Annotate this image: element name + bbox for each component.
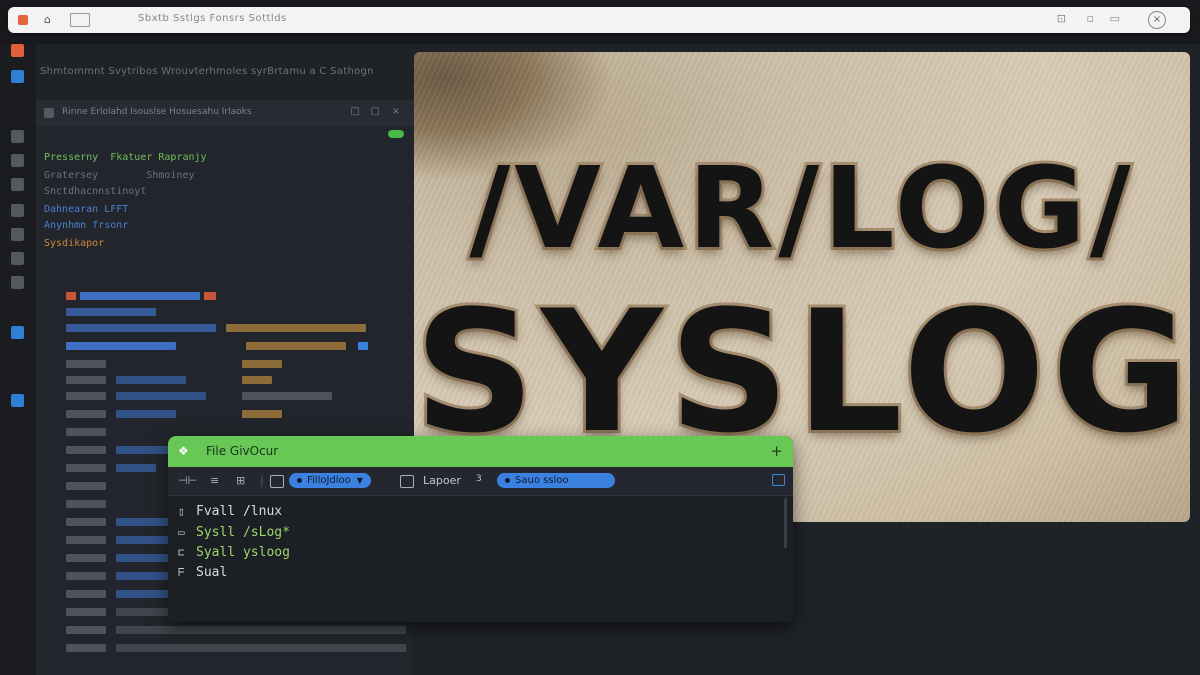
path-chip[interactable]: FilloJdloo ▼ xyxy=(289,473,371,488)
file-icon[interactable] xyxy=(11,276,24,289)
save-chip-label: Sauo ssloo xyxy=(515,475,569,486)
hero-text-path: /VAR/LOG/ xyxy=(466,141,1135,277)
app-logo-icon[interactable] xyxy=(11,44,24,57)
site-favicon-icon xyxy=(18,15,28,25)
chevron-down-icon: ▼ xyxy=(356,476,363,485)
file-icon: ▭ xyxy=(178,526,185,539)
list-item-label: Sysll /sLog* xyxy=(196,525,290,540)
close-icon[interactable]: × xyxy=(392,106,400,117)
list-item-label: Fvall /lnux xyxy=(196,504,283,519)
file-browser-window[interactable]: ❖ File GivOcur + ⊣⊢ ≡ ⊞ | FilloJdloo ▼ La… xyxy=(168,436,793,622)
maximize-icon[interactable]: ▢ xyxy=(371,106,380,117)
address-bar[interactable]: ⌂ Sbxtb Sstlgs Fonsrs Sottlds ⊡ ▫ ▭ × xyxy=(8,7,1190,33)
file-icon[interactable] xyxy=(11,204,24,217)
editor-title: Rinne Erlolahd Isouslse Hosuesahu Irlaok… xyxy=(62,107,252,117)
list-item[interactable]: ⊏ Syall ysloog xyxy=(178,545,290,560)
browser-chrome: ⌂ Sbxtb Sstlgs Fonsrs Sottlds ⊡ ▫ ▭ × xyxy=(0,0,1200,44)
panel-breadcrumb: Shmtommnt Svytribos Wrouvterhmoles syrBr… xyxy=(40,66,374,77)
file-browser-titlebar[interactable]: ❖ File GivOcur + xyxy=(168,436,793,467)
save-chip[interactable]: Sauo ssloo xyxy=(497,473,615,488)
code-line: Dahnearan LFFT xyxy=(44,204,129,215)
file-icon: ᖴ xyxy=(178,566,185,579)
toolbar-divider: | xyxy=(260,474,264,487)
folder-icon: ▯ xyxy=(178,505,185,518)
settings-icon[interactable] xyxy=(11,394,24,407)
terminal-icon[interactable] xyxy=(11,326,24,339)
file-browser-title: File GivOcur xyxy=(206,444,279,458)
grid-view-icon[interactable]: ⊞ xyxy=(236,474,245,487)
status-toggle[interactable] xyxy=(388,130,404,138)
toolbar-count: 3 xyxy=(476,474,482,484)
list-item-label: Sual xyxy=(196,565,228,580)
file-browser-toolbar: ⊣⊢ ≡ ⊞ | FilloJdloo ▼ Lapoer 3 Sauo ssloo xyxy=(168,467,793,496)
add-tab-icon[interactable]: + xyxy=(770,442,783,460)
chip-dot-icon xyxy=(297,477,302,483)
activity-rail xyxy=(0,44,36,675)
toolbar-label[interactable]: Lapoer xyxy=(423,474,461,487)
split-icon[interactable]: ⊣⊢ xyxy=(178,474,197,487)
extension-icon[interactable]: ⊡ xyxy=(1057,12,1066,25)
list-item-label: Syall ysloog xyxy=(196,545,290,560)
explorer-icon[interactable] xyxy=(11,70,24,83)
share-icon[interactable]: ▭ xyxy=(1110,12,1120,25)
select-checkbox-icon[interactable] xyxy=(270,475,284,488)
file-icon: ⊏ xyxy=(178,546,185,559)
minimize-icon[interactable]: □ xyxy=(351,106,360,117)
code-line: Snctdhacnnstinoyt xyxy=(44,186,147,197)
file-icon[interactable] xyxy=(11,154,24,167)
editor-file-icon xyxy=(44,108,54,118)
home-icon[interactable]: ⌂ xyxy=(44,13,51,26)
list-item[interactable]: ▭ Sysll /sLog* xyxy=(178,525,290,540)
file-icon[interactable] xyxy=(11,228,24,241)
list-view-icon[interactable]: ≡ xyxy=(210,474,219,487)
window-icon[interactable] xyxy=(400,475,414,488)
code-line: Gratersey Shmoiney xyxy=(44,170,195,181)
share-icon[interactable] xyxy=(772,474,785,486)
tab-icon[interactable] xyxy=(70,13,90,27)
code-line: Sysdikapor xyxy=(44,238,105,249)
file-icon[interactable] xyxy=(11,130,24,143)
close-icon[interactable]: × xyxy=(1148,11,1166,29)
code-line: Anynhmn frsonr xyxy=(44,220,129,231)
bookmark-icon[interactable]: ▫ xyxy=(1087,12,1094,25)
chip-dot-icon xyxy=(505,477,510,483)
app-grid-icon: ❖ xyxy=(178,444,189,458)
code-line: Presserny Fkatuer Rapranjy xyxy=(44,152,207,163)
file-icon[interactable] xyxy=(11,178,24,191)
file-icon[interactable] xyxy=(11,252,24,265)
address-text[interactable]: Sbxtb Sstlgs Fonsrs Sottlds xyxy=(138,13,287,24)
list-item[interactable]: ᖴ Sual xyxy=(178,565,227,580)
scrollbar[interactable] xyxy=(784,498,787,548)
path-chip-label: FilloJdloo xyxy=(307,475,351,486)
list-item[interactable]: ▯ Fvall /lnux xyxy=(178,504,282,519)
editor-tab-bar: Rinne Erlolahd Isouslse Hosuesahu Irlaok… xyxy=(36,100,414,138)
